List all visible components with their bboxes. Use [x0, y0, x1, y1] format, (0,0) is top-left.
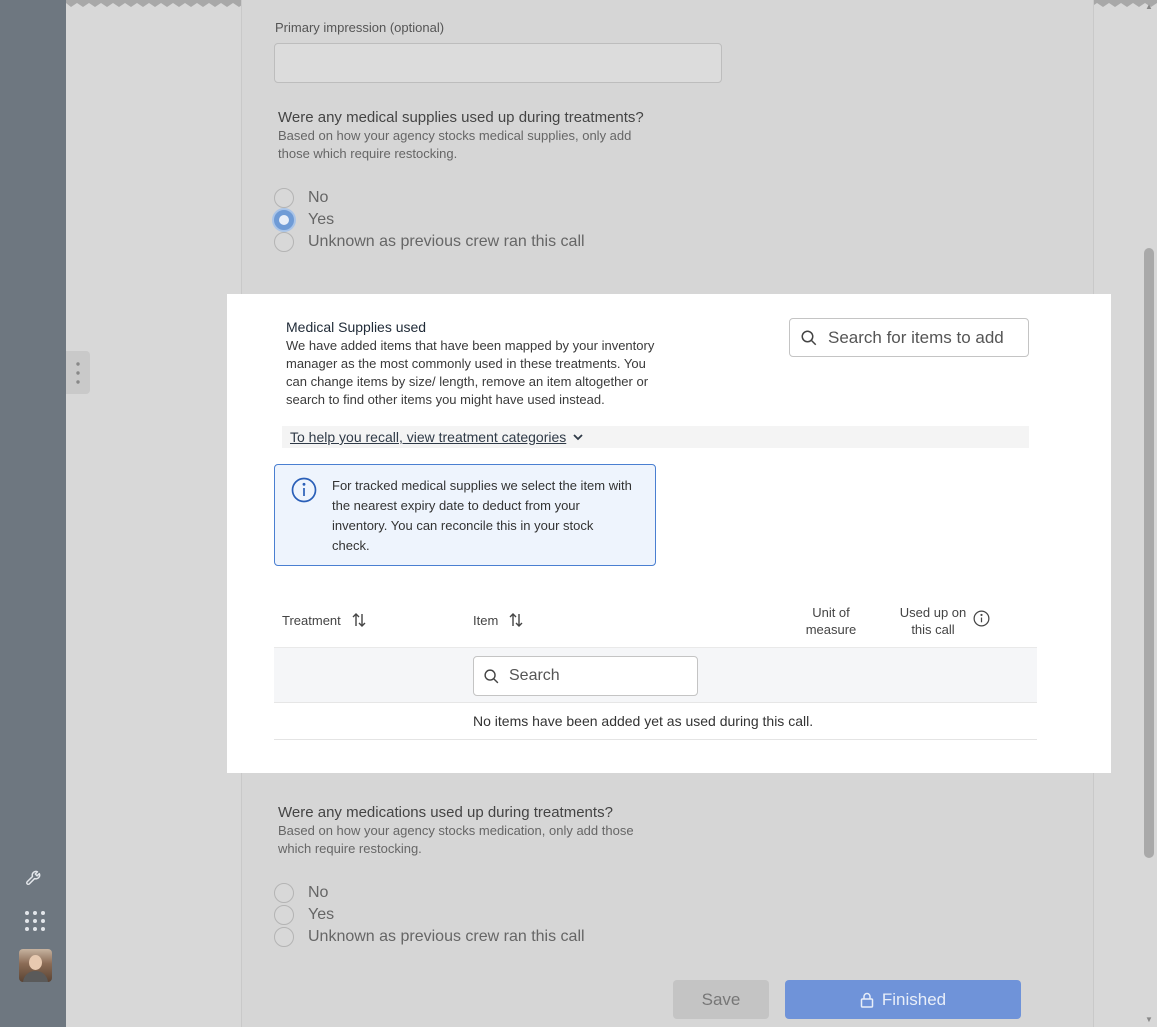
- info-icon: [291, 477, 317, 503]
- sort-icon[interactable]: [508, 612, 524, 628]
- card-description: We have added items that have been mappe…: [286, 338, 655, 407]
- medications-question-title: Were any medications used up during trea…: [278, 804, 613, 821]
- radio-label: Unknown as previous crew ran this call: [308, 233, 585, 250]
- search-items-placeholder: Search for items to add: [828, 327, 1004, 347]
- scroll-down-arrow[interactable]: ▼: [1145, 1015, 1153, 1024]
- search-icon: [484, 668, 499, 683]
- save-button[interactable]: Save: [673, 980, 769, 1019]
- primary-impression-label: Primary impression (optional): [275, 20, 445, 35]
- column-header-treatment[interactable]: Treatment: [282, 612, 367, 628]
- medications-radio-unknown[interactable]: Unknown as previous crew ran this call: [274, 927, 585, 947]
- finished-button-label: Finished: [881, 989, 947, 1009]
- info-icon[interactable]: [973, 610, 990, 627]
- supplies-radio-unknown[interactable]: Unknown as previous crew ran this call: [274, 232, 585, 252]
- radio-label: Yes: [308, 906, 335, 923]
- search-icon: [801, 330, 817, 345]
- medications-radio-no[interactable]: No: [274, 883, 328, 903]
- radio-circle[interactable]: [274, 232, 294, 252]
- wrench-icon[interactable]: [22, 864, 48, 890]
- supplies-question-title: Were any medical supplies used up during…: [278, 109, 644, 126]
- supplies-radio-yes[interactable]: Yes: [274, 210, 334, 230]
- column-header-item[interactable]: Item: [473, 612, 524, 628]
- radio-label: Unknown as previous crew ran this call: [308, 928, 585, 945]
- chevron-down-icon: [573, 434, 583, 441]
- supplies-radio-no[interactable]: No: [274, 188, 328, 208]
- avatar[interactable]: [19, 949, 52, 982]
- apps-grid-icon[interactable]: [22, 908, 48, 934]
- primary-impression-input[interactable]: [274, 43, 722, 83]
- radio-circle[interactable]: [274, 188, 294, 208]
- recall-link-text: To help you recall, view treatment categ…: [290, 429, 567, 445]
- scroll-up-arrow[interactable]: ▲: [1145, 2, 1153, 11]
- radio-circle-checked[interactable]: [274, 210, 294, 230]
- radio-circle[interactable]: [274, 927, 294, 947]
- column-header-unit-of-measure: Unit of measure: [805, 605, 857, 637]
- finished-button[interactable]: Finished: [785, 980, 1021, 1019]
- scrollbar-thumb[interactable]: [1144, 248, 1154, 858]
- column-header-label: Treatment: [282, 612, 341, 628]
- table-search-placeholder: Search: [509, 667, 560, 684]
- supplies-question-subtitle: Based on how your agency stocks medical …: [278, 128, 632, 161]
- table-search-input[interactable]: Search: [473, 656, 698, 696]
- radio-label: No: [308, 884, 329, 901]
- table-filter-row: Search: [274, 647, 1037, 703]
- radio-circle[interactable]: [274, 883, 294, 903]
- medications-radio-yes[interactable]: Yes: [274, 905, 334, 925]
- table-empty-row: No items have been added yet as used dur…: [274, 703, 1037, 740]
- sort-icon[interactable]: [351, 612, 367, 628]
- medications-question-subtitle: Based on how your agency stocks medicati…: [278, 823, 634, 856]
- lock-icon: [860, 992, 874, 1008]
- left-rail: [0, 0, 66, 1027]
- info-alert: For tracked medical supplies we select t…: [274, 464, 656, 566]
- column-header-label: Item: [473, 612, 499, 628]
- empty-state-message: No items have been added yet as used dur…: [473, 713, 814, 729]
- vertical-dots-icon: [76, 361, 80, 384]
- card-title: Medical Supplies used: [286, 319, 427, 335]
- column-header-used-up: Used up on this call: [899, 605, 967, 637]
- search-items-input[interactable]: Search for items to add: [789, 318, 1029, 357]
- drawer-handle[interactable]: [66, 351, 90, 394]
- recall-categories-toggle[interactable]: To help you recall, view treatment categ…: [282, 426, 1029, 448]
- radio-label: No: [308, 189, 329, 206]
- info-alert-text: For tracked medical supplies we select t…: [332, 478, 632, 553]
- radio-label: Yes: [308, 211, 335, 228]
- medical-supplies-card: Medical Supplies used We have added item…: [227, 294, 1111, 773]
- radio-circle[interactable]: [274, 905, 294, 925]
